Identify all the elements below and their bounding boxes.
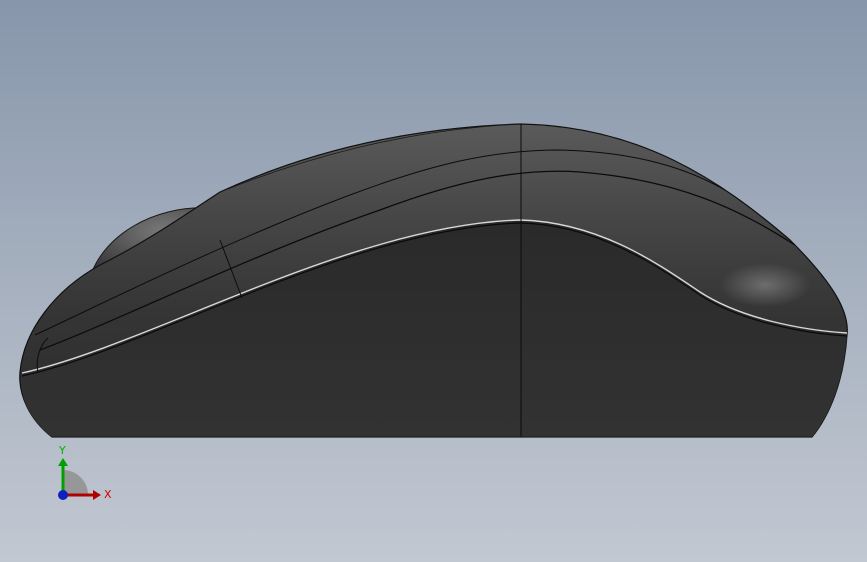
- x-axis-arrow: [93, 490, 101, 500]
- y-axis-label: Y: [58, 444, 66, 457]
- shell-highlight: [720, 263, 810, 307]
- y-axis-arrow: [58, 458, 68, 466]
- model-viewport[interactable]: [0, 0, 867, 562]
- z-axis-dot: [58, 490, 68, 500]
- triad-arc: [63, 470, 88, 495]
- axis-triad: Y X: [58, 444, 112, 501]
- x-axis-label: X: [104, 488, 112, 501]
